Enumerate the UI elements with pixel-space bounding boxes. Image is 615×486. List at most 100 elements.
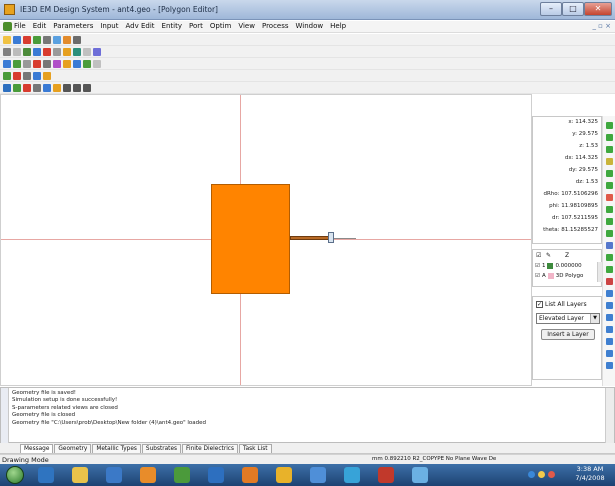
toolbar-tool-icon[interactable] — [33, 60, 41, 68]
side-tool-icon[interactable] — [606, 122, 613, 129]
mdi-window-controls[interactable]: _ ▫ × — [592, 22, 611, 30]
toolbar-tool-icon[interactable] — [53, 36, 61, 44]
taskbar-app-icon[interactable] — [310, 467, 326, 483]
side-tool-icon[interactable] — [606, 158, 613, 165]
toolbar-tool-icon[interactable] — [73, 60, 81, 68]
layer-row[interactable]: ☑ 1 0.000000 — [535, 263, 582, 269]
toolbar-tool-icon[interactable] — [53, 84, 61, 92]
insert-layer-button[interactable]: Insert a Layer — [541, 329, 595, 340]
toolbar-tool-icon[interactable] — [43, 84, 51, 92]
toolbar-tool-icon[interactable] — [43, 60, 51, 68]
port-marker[interactable] — [328, 232, 334, 243]
menu-item-input[interactable]: Input — [100, 22, 118, 30]
toolbar-tool-icon[interactable] — [3, 60, 11, 68]
menu-item-view[interactable]: View — [238, 22, 255, 30]
document-icon[interactable] — [3, 22, 12, 31]
menu-item-parameters[interactable]: Parameters — [53, 22, 93, 30]
side-tool-icon[interactable] — [606, 302, 613, 309]
toolbar-tool-icon[interactable] — [13, 60, 21, 68]
toolbar-tool-icon[interactable] — [33, 48, 41, 56]
taskbar-app-icon[interactable] — [276, 467, 292, 483]
taskbar-app-icon[interactable] — [344, 467, 360, 483]
layer-visible-checkbox[interactable]: ☑ — [535, 263, 540, 269]
maximize-button[interactable]: □ — [562, 2, 584, 16]
side-tool-icon[interactable] — [606, 266, 613, 273]
toolbar-tool-icon[interactable] — [63, 36, 71, 44]
taskbar-app-icon[interactable] — [242, 467, 258, 483]
toolbar-tool-icon[interactable] — [43, 72, 51, 80]
volume-tray-icon[interactable] — [548, 471, 555, 478]
side-tool-icon[interactable] — [606, 206, 613, 213]
toolbar-tool-icon[interactable] — [43, 48, 51, 56]
toolbar-tool-icon[interactable] — [33, 36, 41, 44]
menu-item-optim[interactable]: Optim — [210, 22, 231, 30]
toolbar-tool-icon[interactable] — [83, 84, 91, 92]
toolbar-tool-icon[interactable] — [23, 48, 31, 56]
start-button[interactable] — [6, 466, 24, 484]
list-all-layers-checkbox[interactable]: ✓ — [536, 301, 543, 308]
side-tool-icon[interactable] — [606, 362, 613, 369]
toolbar-tool-icon[interactable] — [23, 60, 31, 68]
taskbar-app-icon[interactable] — [72, 467, 88, 483]
menu-item-port[interactable]: Port — [189, 22, 203, 30]
help-tray-icon[interactable] — [528, 471, 535, 478]
tab-task-list[interactable]: Task List — [239, 444, 272, 453]
tab-metallic-types[interactable]: Metallic Types — [92, 444, 141, 453]
side-tool-icon[interactable] — [606, 218, 613, 225]
toolbar-tool-icon[interactable] — [83, 48, 91, 56]
menu-item-entity[interactable]: Entity — [162, 22, 182, 30]
chevron-down-icon[interactable]: ▼ — [590, 314, 599, 323]
toolbar-tool-icon[interactable] — [13, 84, 21, 92]
toolbar-tool-icon[interactable] — [73, 36, 81, 44]
menu-item-edit[interactable]: Edit — [33, 22, 47, 30]
close-button[interactable]: ✕ — [584, 2, 612, 16]
layer-row[interactable]: ☑ A 3D Polygo — [535, 273, 583, 279]
toolbar-tool-icon[interactable] — [23, 84, 31, 92]
side-tool-icon[interactable] — [606, 182, 613, 189]
menu-item-process[interactable]: Process — [262, 22, 289, 30]
drawing-canvas[interactable] — [0, 94, 532, 386]
toolbar-tool-icon[interactable] — [23, 72, 31, 80]
toolbar-tool-icon[interactable] — [13, 72, 21, 80]
side-tool-icon[interactable] — [606, 314, 613, 321]
side-tool-icon[interactable] — [606, 254, 613, 261]
tab-finite-dielectrics[interactable]: Finite Dielectrics — [182, 444, 239, 453]
toolbar-tool-icon[interactable] — [3, 36, 11, 44]
side-tool-icon[interactable] — [606, 290, 613, 297]
taskbar-app-icon[interactable] — [378, 467, 394, 483]
side-tool-icon[interactable] — [606, 242, 613, 249]
toolbar-tool-icon[interactable] — [73, 84, 81, 92]
toolbar-tool-icon[interactable] — [63, 60, 71, 68]
tab-geometry[interactable]: Geometry — [54, 444, 92, 453]
message-scrollbar[interactable] — [605, 388, 614, 443]
patch-polygon[interactable] — [211, 184, 290, 294]
layer-check-icon[interactable]: ☑ — [536, 252, 541, 259]
toolbar-tool-icon[interactable] — [33, 72, 41, 80]
tab-message[interactable]: Message — [20, 444, 54, 453]
side-tool-icon[interactable] — [606, 134, 613, 141]
toolbar-tool-icon[interactable] — [13, 36, 21, 44]
taskbar-app-icon[interactable] — [412, 467, 428, 483]
tab-substrates[interactable]: Substrates — [141, 444, 182, 453]
side-tool-icon[interactable] — [606, 146, 613, 153]
layer-visible-checkbox[interactable]: ☑ — [535, 273, 540, 279]
toolbar-tool-icon[interactable] — [23, 36, 31, 44]
toolbar-tool-icon[interactable] — [3, 84, 11, 92]
menu-item-file[interactable]: File — [14, 22, 26, 30]
menu-item-window[interactable]: Window — [296, 22, 324, 30]
toolbar-tool-icon[interactable] — [3, 48, 11, 56]
toolbar-tool-icon[interactable] — [3, 72, 11, 80]
toolbar-tool-icon[interactable] — [33, 84, 41, 92]
taskbar-app-icon[interactable] — [174, 467, 190, 483]
toolbar-tool-icon[interactable] — [73, 48, 81, 56]
taskbar-app-icon[interactable] — [208, 467, 224, 483]
toolbar-tool-icon[interactable] — [83, 60, 91, 68]
feed-line[interactable] — [290, 236, 330, 240]
side-tool-icon[interactable] — [606, 278, 613, 285]
side-tool-icon[interactable] — [606, 170, 613, 177]
side-tool-icon[interactable] — [606, 326, 613, 333]
side-tool-icon[interactable] — [606, 230, 613, 237]
taskbar-app-icon[interactable] — [106, 467, 122, 483]
side-tool-icon[interactable] — [606, 338, 613, 345]
menu-item-help[interactable]: Help — [330, 22, 346, 30]
